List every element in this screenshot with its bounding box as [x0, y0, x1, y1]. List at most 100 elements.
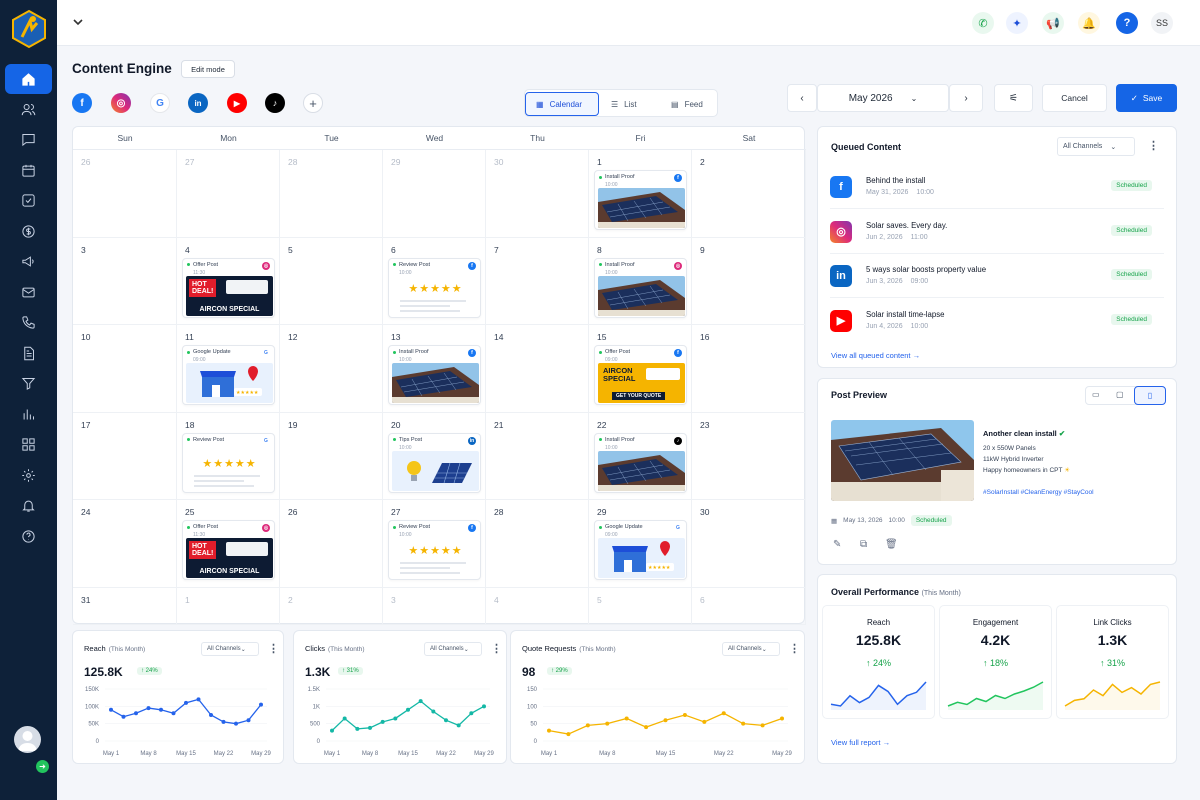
calendar-day[interactable]: 1 Install Proof 10:00 f [589, 150, 692, 238]
scheduled-post-card[interactable]: Install Proof 10:00 ♪ [594, 432, 687, 493]
calendar-day[interactable]: 19 [280, 412, 383, 500]
phone-icon[interactable]: ✆ [972, 12, 994, 34]
sidebar-item-calendar[interactable] [0, 155, 57, 185]
view-all-queued-link[interactable]: View all queued content → [831, 351, 920, 360]
calendar-day[interactable]: 7 [486, 237, 589, 325]
calendar-day[interactable]: 10 [73, 325, 177, 413]
filter-settings-button[interactable]: ⚟ [994, 84, 1033, 112]
calendar-day[interactable]: 29 Google Update 09:00 G ★★★★★ [589, 500, 692, 588]
queued-item[interactable]: in 5 ways solar boosts property value Jun … [830, 254, 1164, 298]
desktop-icon[interactable]: ▭ [1092, 390, 1100, 399]
sidebar-item-contacts[interactable] [0, 94, 57, 124]
calendar-day[interactable]: 5 [589, 587, 692, 625]
calendar-day[interactable]: 24 [73, 500, 177, 588]
performance-card[interactable]: Engagement 4.2K ↑ 18% [939, 605, 1052, 719]
sidebar-item-marketing[interactable] [0, 247, 57, 277]
sidebar-item-phone[interactable] [0, 308, 57, 338]
sidebar-item-payments[interactable] [0, 216, 57, 246]
calendar-day[interactable]: 12 [280, 325, 383, 413]
sidebar-item-tasks[interactable] [0, 186, 57, 216]
scheduled-post-card[interactable]: Install Proof 10:00 f [388, 345, 481, 405]
chart-channel-select[interactable]: All Channels ⌄ [424, 642, 482, 656]
tab-calendar[interactable]: ▦ Calendar [525, 92, 599, 116]
more-icon[interactable]: ⋮ [789, 642, 800, 655]
calendar-day[interactable]: 29 [383, 150, 486, 238]
mobile-icon[interactable]: ▯ [1134, 386, 1166, 405]
chart-channel-select[interactable]: All Channels ⌄ [722, 642, 780, 656]
more-icon[interactable]: ⋮ [1148, 139, 1159, 152]
queued-item[interactable]: ▶ Solar install time-lapse Jun 4, 2026 10:0… [830, 299, 1164, 343]
calendar-day[interactable]: 30 [692, 500, 806, 588]
youtube-icon[interactable]: ▶ [227, 93, 247, 113]
calendar-day[interactable]: 17 [73, 412, 177, 500]
calendar-day[interactable]: 2 [692, 150, 806, 238]
calendar-day[interactable]: 9 [692, 237, 806, 325]
prev-month-button[interactable]: ‹ [787, 84, 817, 112]
scheduled-post-card[interactable]: Offer Post 11:30 ◎ HOT DEAL! AIRCON SPECIAL [182, 520, 275, 580]
calendar-day[interactable]: 27 [177, 150, 280, 238]
bell-icon[interactable]: 🔔 [1078, 12, 1100, 34]
brand-logo[interactable] [10, 9, 48, 49]
megaphone-icon[interactable]: 📢 [1042, 12, 1064, 34]
tab-feed[interactable]: ▤ Feed [661, 92, 713, 116]
facebook-icon[interactable]: f [72, 93, 92, 113]
calendar-day[interactable]: 5 [280, 237, 383, 325]
sparkle-icon[interactable]: ✦ [1006, 12, 1028, 34]
help-icon[interactable]: ? [1116, 12, 1138, 34]
sidebar-item-apps[interactable] [0, 430, 57, 460]
sidebar-item-notifications[interactable] [0, 491, 57, 521]
calendar-day[interactable]: 26 [73, 150, 177, 238]
month-select[interactable]: May 2026 ⌄ [817, 84, 949, 112]
calendar-day[interactable]: 2 [280, 587, 383, 625]
performance-card[interactable]: Link Clicks 1.3K ↑ 31% [1056, 605, 1169, 719]
queued-channel-select[interactable]: All Channels ⌄ [1057, 137, 1135, 156]
performance-card[interactable]: Reach 125.8K ↑ 24% [822, 605, 935, 719]
sidebar-item-settings[interactable] [0, 460, 57, 490]
tiktok-icon[interactable]: ♪ [265, 93, 285, 113]
scheduled-post-card[interactable]: Offer Post 09:00 f AIRCON SPECIAL GET YOUR QU… [594, 345, 687, 405]
sidebar-item-home[interactable] [5, 64, 52, 94]
chart-channel-select[interactable]: All Channels ⌄ [201, 642, 259, 656]
scheduled-post-card[interactable]: Google Update 09:00 G ★★★★★ [182, 345, 275, 405]
sidebar-item-reports[interactable] [0, 399, 57, 429]
view-full-report-link[interactable]: View full report → [831, 738, 890, 747]
cancel-button[interactable]: Cancel [1042, 84, 1107, 112]
scheduled-post-card[interactable]: Install Proof 10:00 ◎ [594, 257, 687, 318]
scheduled-post-card[interactable]: Tips Post 10:00 in [388, 432, 481, 493]
instagram-icon[interactable]: ◎ [111, 93, 131, 113]
calendar-day[interactable]: 26 [280, 500, 383, 588]
tab-list[interactable]: ☰ List [601, 92, 647, 116]
scheduled-post-card[interactable]: Review Post G ★★★★★ [182, 432, 275, 493]
edit-mode-button[interactable]: Edit mode [181, 60, 235, 78]
sidebar-item-funnels[interactable] [0, 369, 57, 399]
calendar-day[interactable]: 11 Google Update 09:00 G ★★★★★ [177, 325, 280, 413]
add-channel-button[interactable]: + [303, 93, 323, 113]
calendar-day[interactable]: 18 Review Post G ★★★★★ [177, 412, 280, 500]
queued-item[interactable]: f Behind the install May 31, 2026 10:00 Sche… [830, 165, 1164, 209]
calendar-day[interactable]: 4 [486, 587, 589, 625]
copy-icon[interactable]: ⧉ [860, 539, 867, 550]
scheduled-post-card[interactable]: Review Post 10:00 f ★★★★★ [388, 520, 481, 580]
calendar-day[interactable]: 27 Review Post 10:00 f ★★★★★ [383, 500, 486, 588]
calendar-day[interactable]: 28 [486, 500, 589, 588]
avatar[interactable] [14, 726, 41, 753]
scheduled-post-card[interactable]: Install Proof 10:00 f [594, 170, 687, 230]
calendar-day[interactable]: 30 [486, 150, 589, 238]
sidebar-item-documents[interactable] [0, 338, 57, 368]
calendar-day[interactable]: 28 [280, 150, 383, 238]
scheduled-post-card[interactable]: Google Update 09:00 G ★★★★★ [594, 520, 687, 580]
edit-icon[interactable]: ✎ [833, 539, 841, 550]
chevron-down-icon[interactable] [71, 15, 85, 29]
calendar-day[interactable]: 3 [383, 587, 486, 625]
more-icon[interactable]: ⋮ [491, 642, 502, 655]
calendar-day[interactable]: 25 Offer Post 11:30 ◎ HOT DEAL! AIRCON SPECIAL [177, 500, 280, 588]
scheduled-post-card[interactable]: Review Post 10:00 f ★★★★★ [388, 257, 481, 318]
save-button[interactable]: ✓ Save [1116, 84, 1177, 112]
linkedin-icon[interactable]: in [188, 93, 208, 113]
tablet-icon[interactable]: ▢ [1116, 390, 1124, 399]
calendar-day[interactable]: 6 [692, 587, 806, 625]
scheduled-post-card[interactable]: Offer Post 11:30 ◎ HOT DEAL! AIRCON SPECIAL [182, 257, 275, 318]
calendar-day[interactable]: 1 [177, 587, 280, 625]
queued-item[interactable]: ◎ Solar saves. Every day. Jun 2, 2026 11:00… [830, 210, 1164, 254]
calendar-day[interactable]: 15 Offer Post 09:00 f AIRCON SPECIAL GET YOUR … [589, 325, 692, 413]
